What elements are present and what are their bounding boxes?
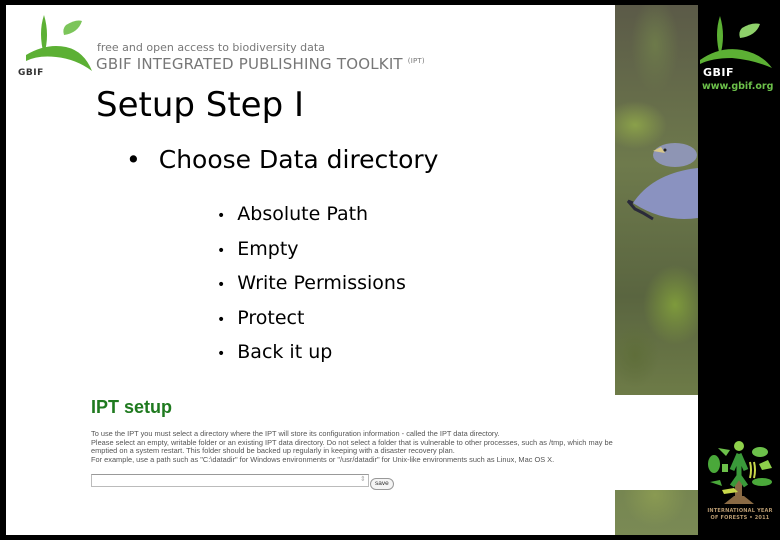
data-directory-input[interactable] bbox=[91, 474, 369, 487]
toolkit-title: GBIF INTEGRATED PUBLISHING TOOLKIT (IPT) bbox=[96, 55, 425, 73]
toolkit-title-text: GBIF INTEGRATED PUBLISHING TOOLKIT bbox=[96, 55, 403, 73]
tagline: free and open access to biodiversity dat… bbox=[97, 41, 325, 54]
main-bullet: • Choose Data directory bbox=[126, 145, 438, 174]
toolkit-suffix: (IPT) bbox=[407, 57, 425, 65]
hawk-image bbox=[626, 143, 698, 221]
sub-bullet: • Absolute Path bbox=[217, 203, 406, 238]
instruction-line: For example, use a path such as "C:\data… bbox=[91, 454, 555, 464]
sub-bullet: • Back it up bbox=[217, 341, 406, 376]
bullet-icon: • bbox=[126, 145, 141, 174]
bullet-icon: • bbox=[217, 208, 226, 224]
iyf-caption-line: OF FORESTS • 2011 bbox=[710, 515, 770, 521]
sub-bullet-text: Protect bbox=[237, 306, 305, 329]
save-button[interactable]: save bbox=[370, 478, 394, 490]
gbif-logo-text: GBIF bbox=[18, 68, 44, 78]
international-year-of-forests-icon bbox=[708, 441, 772, 504]
ipt-setup-title: IPT setup bbox=[91, 397, 173, 417]
bullet-icon: • bbox=[217, 277, 226, 294]
slide: GBIF free and open access to biodiversit… bbox=[6, 5, 698, 535]
gbif-url-link[interactable]: www.gbif.org bbox=[702, 81, 773, 92]
sub-bullet: • Write Permissions bbox=[217, 272, 406, 307]
sidebar: GBIF www.gbif.org INTERNATIONAL YEAR OF … bbox=[698, 0, 780, 540]
sub-bullet-list: • Absolute Path • Empty • Write Permissions… bbox=[217, 203, 406, 376]
sub-bullet-text: Absolute Path bbox=[237, 203, 369, 225]
gbif-logo-icon bbox=[700, 16, 772, 68]
gbif-logo-icon bbox=[26, 15, 92, 71]
bullet-icon: • bbox=[217, 311, 226, 328]
main-bullet-text: Choose Data directory bbox=[158, 145, 439, 174]
iyf-caption: INTERNATIONAL YEAR OF FORESTS • 2011 bbox=[702, 508, 778, 522]
sub-bullet-text: Empty bbox=[237, 237, 299, 260]
ipt-setup-instructions: To use the IPT you must select a directo… bbox=[91, 429, 698, 464]
bullet-icon: • bbox=[217, 242, 226, 259]
sub-bullet-text: Back it up bbox=[237, 341, 333, 364]
sub-bullet-text: Write Permissions bbox=[237, 272, 406, 295]
sub-bullet: • Protect bbox=[217, 307, 406, 342]
bullet-icon: • bbox=[217, 346, 226, 363]
iyf-caption-line: INTERNATIONAL YEAR bbox=[707, 508, 773, 514]
slide-title: Setup Step I bbox=[96, 85, 305, 125]
input-spinner-icon: ⇕ bbox=[360, 475, 366, 483]
sidebar-gbif-label: GBIF bbox=[703, 66, 735, 79]
sub-bullet: • Empty bbox=[217, 238, 406, 273]
